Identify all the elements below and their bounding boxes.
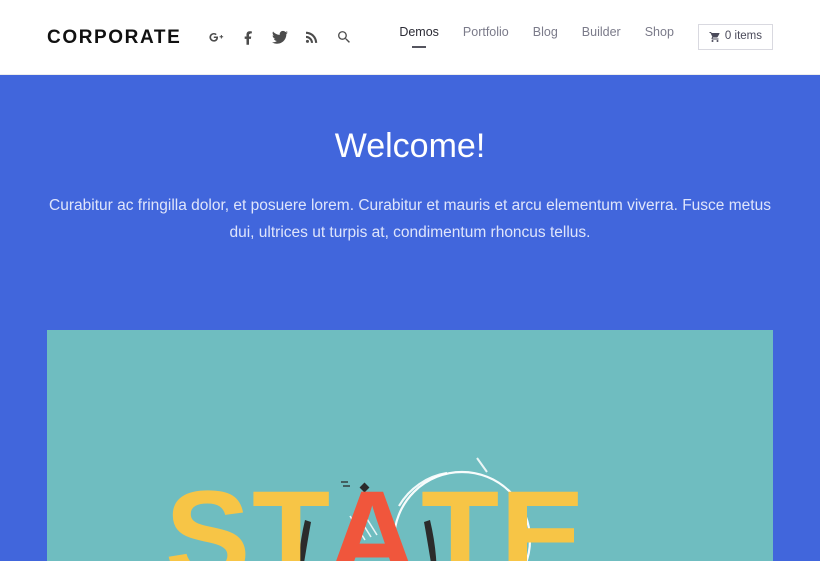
nav-item-builder[interactable]: Builder	[582, 26, 621, 49]
hero-section: Welcome! Curabitur ac fringilla dolor, e…	[0, 75, 820, 561]
nav-item-demos[interactable]: Demos	[399, 26, 439, 49]
svg-text:T: T	[421, 465, 501, 561]
svg-text:S: S	[165, 465, 252, 561]
rss-icon[interactable]	[303, 28, 321, 46]
state-artwork: S T A T E	[47, 330, 773, 561]
nav-item-blog[interactable]: Blog	[533, 26, 558, 49]
social-links	[207, 28, 353, 46]
svg-text:A: A	[326, 465, 420, 561]
cart-label: 0 items	[724, 30, 762, 43]
svg-text:T: T	[252, 465, 332, 561]
svg-text:E: E	[500, 465, 587, 561]
main-navigation: Demos Portfolio Blog Builder Shop 0 item…	[399, 24, 773, 50]
facebook-icon[interactable]	[239, 28, 257, 46]
shopping-cart-icon	[709, 31, 721, 43]
nav-item-shop[interactable]: Shop	[645, 26, 674, 49]
search-icon[interactable]	[335, 28, 353, 46]
page-title: Welcome!	[334, 127, 486, 165]
nav-item-portfolio[interactable]: Portfolio	[463, 26, 509, 49]
google-plus-icon[interactable]	[207, 28, 225, 46]
feature-image[interactable]: S T A T E	[47, 330, 773, 561]
cart-button[interactable]: 0 items	[697, 24, 773, 50]
twitter-icon[interactable]	[271, 28, 289, 46]
hero-paragraph: Curabitur ac fringilla dolor, et posuere…	[49, 197, 771, 241]
site-header: CORPORATE Demos Portfolio Blog Builder S…	[0, 0, 820, 75]
site-logo[interactable]: CORPORATE	[47, 28, 181, 47]
